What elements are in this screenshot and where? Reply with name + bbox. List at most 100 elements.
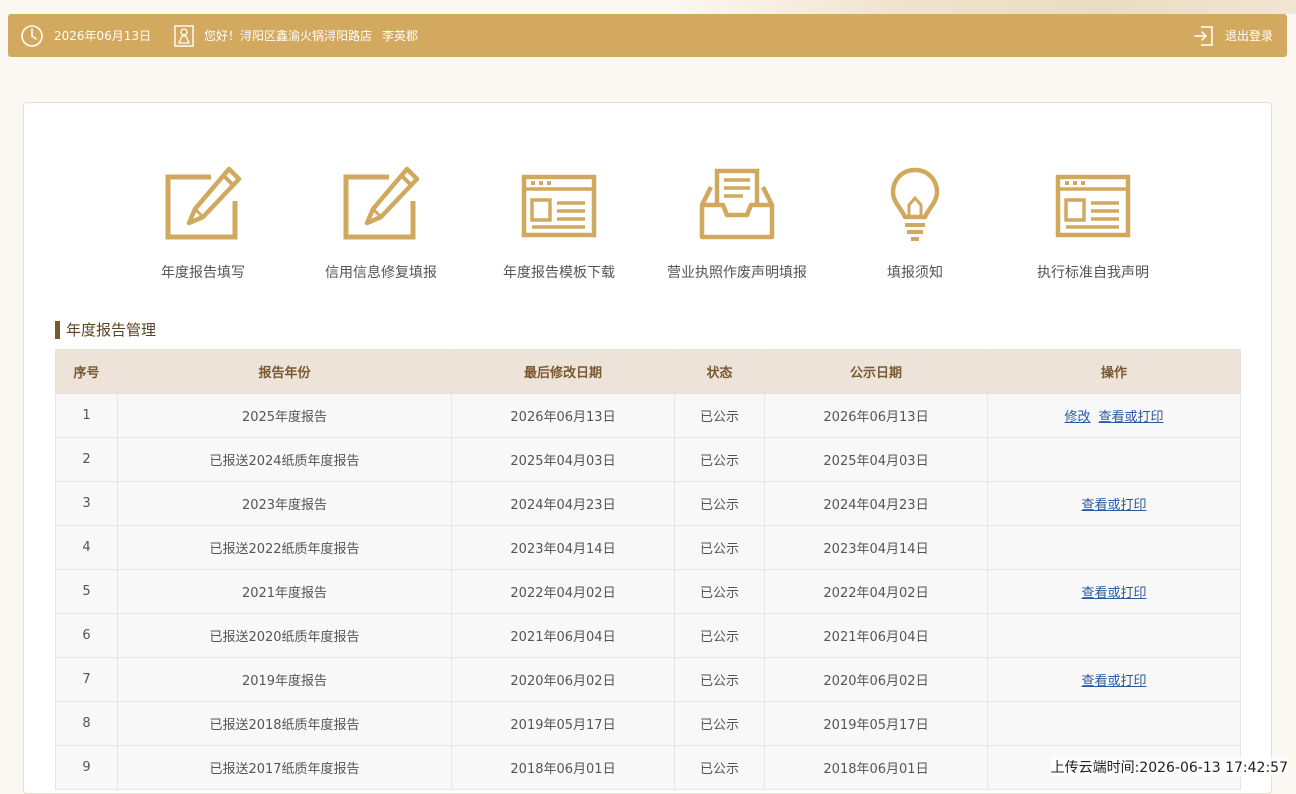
menu-credit-repair-fill[interactable]: 信用信息修复填报 xyxy=(306,165,456,282)
table-row: 5 2021年度报告 2022年04月02日 已公示 2022年04月02日 查看或打印 xyxy=(55,569,1241,614)
menu-label: 营业执照作废声明填报 xyxy=(667,265,807,281)
column-header: 公示日期 xyxy=(764,349,988,394)
public-date: 2022年04月02日 xyxy=(764,569,988,614)
row-number: 3 xyxy=(55,481,118,526)
column-header: 最后修改日期 xyxy=(451,349,675,394)
public-date: 2018年06月01日 xyxy=(764,745,988,790)
column-header: 序号 xyxy=(55,349,118,394)
menu-label: 信用信息修复填报 xyxy=(325,265,437,281)
actions-cell: 修改 查看或打印 xyxy=(987,393,1241,438)
view-print-link[interactable]: 查看或打印 xyxy=(1099,410,1164,425)
menu-standard-self-declaration[interactable]: 执行标准自我声明 xyxy=(1018,165,1168,282)
menu-label: 年度报告填写 xyxy=(161,265,245,281)
menu-license-void-declaration[interactable]: 营业执照作废声明填报 xyxy=(662,165,812,282)
report-year: 2021年度报告 xyxy=(117,569,452,614)
header-date-text: 2026年06月13日 xyxy=(54,29,152,43)
actions-cell xyxy=(987,525,1241,570)
menu-label: 年度报告模板下载 xyxy=(503,265,615,281)
logout-label: 退出登录 xyxy=(1224,29,1273,43)
lightbulb-icon xyxy=(875,165,955,245)
public-date: 2024年04月23日 xyxy=(764,481,988,526)
actions-cell xyxy=(987,437,1241,482)
table-row: 7 2019年度报告 2020年06月02日 已公示 2020年06月02日 查看或打印 xyxy=(55,657,1241,702)
menu-label: 填报须知 xyxy=(887,265,943,281)
last-modified-date: 2022年04月02日 xyxy=(451,569,675,614)
row-number: 7 xyxy=(55,657,118,702)
user-name: 李英郡 xyxy=(382,29,419,43)
main-card: 年度报告填写 信用信息修复填报 年度报告模板下载 营业执照作废声明填报 填报须知… xyxy=(23,102,1272,794)
edit-link[interactable]: 修改 xyxy=(1064,410,1090,425)
public-date: 2026年06月13日 xyxy=(764,393,988,438)
status-text: 已公示 xyxy=(674,657,765,702)
status-text: 已公示 xyxy=(674,613,765,658)
header-date: 2026年06月13日 xyxy=(20,14,151,57)
actions-cell xyxy=(987,613,1241,658)
public-date: 2021年06月04日 xyxy=(764,613,988,658)
upload-time-stamp: 上传云端时间:2026-06-13 17:42:57 xyxy=(1050,757,1288,777)
document-panel-icon xyxy=(519,165,599,245)
report-year: 2025年度报告 xyxy=(117,393,452,438)
actions-cell xyxy=(987,701,1241,746)
document-panel-icon xyxy=(1053,165,1133,245)
last-modified-date: 2020年06月02日 xyxy=(451,657,675,702)
row-number: 9 xyxy=(55,745,118,790)
menu-filling-notice[interactable]: 填报须知 xyxy=(840,165,990,282)
actions-cell: 查看或打印 xyxy=(987,569,1241,614)
column-header: 操作 xyxy=(987,349,1241,394)
status-text: 已公示 xyxy=(674,569,765,614)
section-title: 年度报告管理 xyxy=(55,321,156,339)
last-modified-date: 2018年06月01日 xyxy=(451,745,675,790)
logout-icon xyxy=(1193,25,1215,47)
row-number: 1 xyxy=(55,393,118,438)
status-text: 已公示 xyxy=(674,393,765,438)
header-user-info: 您好！浔阳区鑫渝火锅浔阳路店 李英郡 xyxy=(174,14,418,57)
row-number: 6 xyxy=(55,613,118,658)
report-year: 已报送2024纸质年度报告 xyxy=(117,437,452,482)
report-year: 已报送2022纸质年度报告 xyxy=(117,525,452,570)
last-modified-date: 2026年06月13日 xyxy=(451,393,675,438)
user-badge-icon xyxy=(174,24,194,47)
report-year: 已报送2017纸质年度报告 xyxy=(117,745,452,790)
last-modified-date: 2024年04月23日 xyxy=(451,481,675,526)
last-modified-date: 2019年05月17日 xyxy=(451,701,675,746)
public-date: 2025年04月03日 xyxy=(764,437,988,482)
menu-annual-report-fill[interactable]: 年度报告填写 xyxy=(128,165,278,282)
report-year: 2023年度报告 xyxy=(117,481,452,526)
view-print-link[interactable]: 查看或打印 xyxy=(1081,498,1146,513)
table-body: 1 2025年度报告 2026年06月13日 已公示 2026年06月13日 修改 查看或打… xyxy=(55,393,1241,790)
table-row: 2 已报送2024纸质年度报告 2025年04月03日 已公示 2025年04月03日 xyxy=(55,437,1241,482)
table-row: 6 已报送2020纸质年度报告 2021年06月04日 已公示 2021年06月04日 xyxy=(55,613,1241,658)
status-text: 已公示 xyxy=(674,701,765,746)
row-number: 5 xyxy=(55,569,118,614)
report-year: 2019年度报告 xyxy=(117,657,452,702)
row-number: 4 xyxy=(55,525,118,570)
status-text: 已公示 xyxy=(674,525,765,570)
row-number: 2 xyxy=(55,437,118,482)
annual-report-table: 序号 报告年份 最后修改日期 状态 公示日期 操作 1 2025年度报告 2026年… xyxy=(55,349,1241,790)
inbox-tray-icon xyxy=(697,165,777,245)
table-row: 4 已报送2022纸质年度报告 2023年04月14日 已公示 2023年04月14日 xyxy=(55,525,1241,570)
table-header-row: 序号 报告年份 最后修改日期 状态 公示日期 操作 xyxy=(55,349,1241,394)
clock-icon xyxy=(20,24,44,48)
table-row: 8 已报送2018纸质年度报告 2019年05月17日 已公示 2019年05月17日 xyxy=(55,701,1241,746)
view-print-link[interactable]: 查看或打印 xyxy=(1081,586,1146,601)
public-date: 2019年05月17日 xyxy=(764,701,988,746)
last-modified-date: 2025年04月03日 xyxy=(451,437,675,482)
actions-cell: 查看或打印 xyxy=(987,657,1241,702)
status-text: 已公示 xyxy=(674,437,765,482)
edit-icon xyxy=(341,165,421,245)
column-header: 报告年份 xyxy=(117,349,452,394)
report-year: 已报送2018纸质年度报告 xyxy=(117,701,452,746)
table-row: 1 2025年度报告 2026年06月13日 已公示 2026年06月13日 修改 查看或打… xyxy=(55,393,1241,438)
status-text: 已公示 xyxy=(674,745,765,790)
status-text: 已公示 xyxy=(674,481,765,526)
row-number: 8 xyxy=(55,701,118,746)
menu-label: 执行标准自我声明 xyxy=(1037,265,1149,281)
last-modified-date: 2021年06月04日 xyxy=(451,613,675,658)
logout-button[interactable]: 退出登录 xyxy=(1193,14,1273,57)
top-decoration xyxy=(0,0,1296,14)
function-menu: 年度报告填写 信用信息修复填报 年度报告模板下载 营业执照作废声明填报 填报须知… xyxy=(24,165,1271,285)
edit-icon xyxy=(163,165,243,245)
menu-template-download[interactable]: 年度报告模板下载 xyxy=(484,165,634,282)
view-print-link[interactable]: 查看或打印 xyxy=(1081,674,1146,689)
